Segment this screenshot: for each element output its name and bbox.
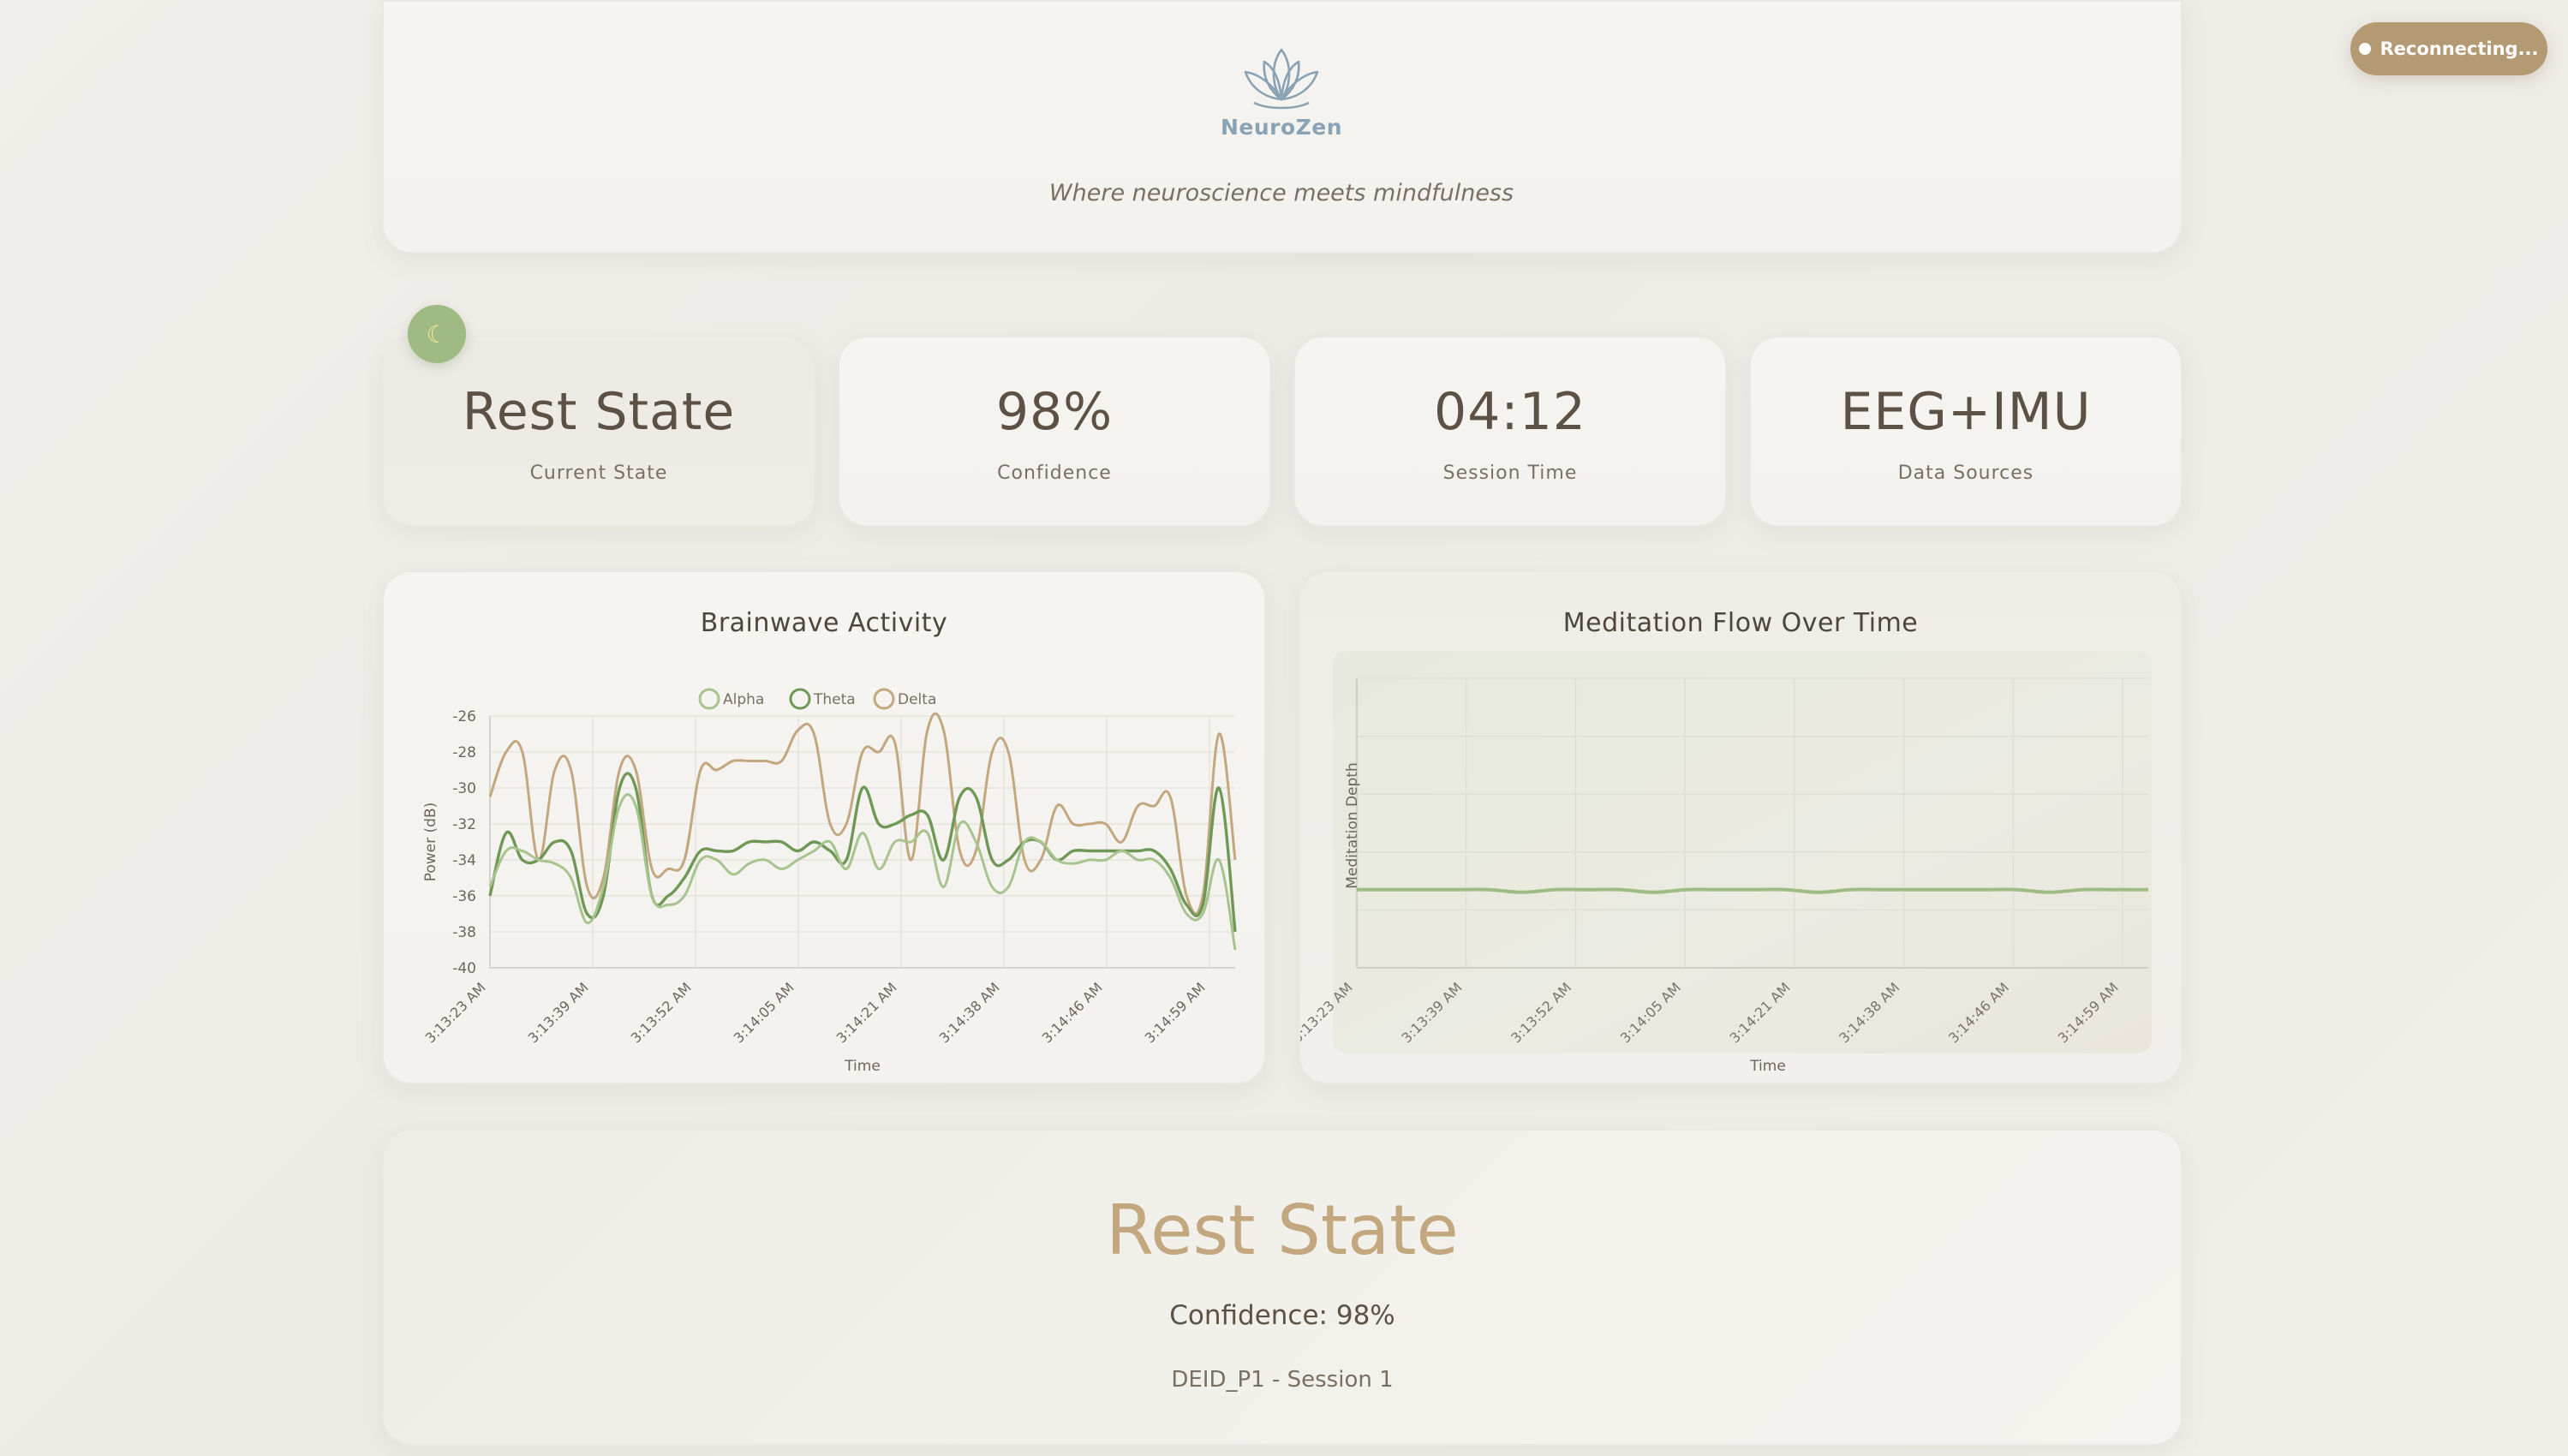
state-summary-card: Rest State Confidence: 98% DEID_P1 - Ses… bbox=[382, 1129, 2183, 1446]
x-tick-label: 3:14:38 AM bbox=[936, 979, 1003, 1046]
stat-card-current-state: Rest State Current State bbox=[382, 336, 815, 527]
meditation-flow-chart-card: Meditation Flow Over Time 3:13:23 AM 3:13… bbox=[1299, 570, 2183, 1084]
series-line-delta bbox=[488, 712, 1237, 916]
moon-icon: ☾ bbox=[408, 305, 466, 363]
y-axis-title: Power (dB) bbox=[422, 803, 439, 882]
current-state-label: Current State bbox=[529, 462, 668, 484]
lotus-icon bbox=[1244, 48, 1319, 110]
x-tick-label: 3:13:39 AM bbox=[525, 979, 592, 1046]
x-axis-title: Time bbox=[844, 1058, 881, 1075]
session-label: DEID_P1 - Session 1 bbox=[1171, 1367, 1394, 1393]
brand-name: NeuroZen bbox=[1220, 115, 1343, 140]
y-axis-title: Meditation Depth bbox=[1344, 762, 1361, 888]
legend-label-delta: Delta bbox=[898, 691, 936, 708]
legend-swatch-alpha bbox=[698, 688, 720, 710]
stat-card-session-time: 04:12 Session Time bbox=[1293, 336, 1727, 527]
connection-status-label: Reconnecting... bbox=[2380, 39, 2539, 59]
stat-card-confidence: 98% Confidence bbox=[838, 336, 1271, 527]
data-sources-label: Data Sources bbox=[1897, 462, 2034, 484]
x-tick-label: 3:14:05 AM bbox=[731, 979, 797, 1046]
legend-label-alpha: Alpha bbox=[723, 691, 764, 708]
stat-card-data-sources: EEG+IMU Data Sources bbox=[1749, 336, 2183, 527]
summary-state: Rest State bbox=[1106, 1190, 1459, 1270]
tagline: Where neuroscience meets mindfulness bbox=[1048, 180, 1514, 206]
x-tick-label: 3:14:46 AM bbox=[1039, 979, 1106, 1046]
data-sources-value: EEG+IMU bbox=[1840, 382, 2092, 442]
legend-label-theta: Theta bbox=[813, 691, 856, 708]
meditation-flow-chart[interactable]: 3:13:23 AM 3:13:39 AM 3:13:52 AM 3:14:05 AM… bbox=[1300, 572, 2184, 1086]
y-tick-label: -40 bbox=[452, 960, 476, 977]
y-tick-label: -38 bbox=[452, 924, 476, 941]
series-line-alpha bbox=[488, 793, 1237, 951]
y-tick-label: -26 bbox=[452, 708, 476, 725]
legend-swatch-delta bbox=[873, 688, 895, 710]
brainwave-chart[interactable]: Alpha Theta Delta -26 -28 -30 -32 -34 -36 -38 -40 3… bbox=[384, 572, 1268, 1086]
y-tick-label: -36 bbox=[452, 888, 476, 905]
x-axis-title: Time bbox=[1749, 1058, 1786, 1075]
x-tick-label: 3:13:52 AM bbox=[628, 979, 695, 1046]
x-tick-label: 3:14:59 AM bbox=[1142, 979, 1209, 1046]
x-tick-label: 3:13:23 AM bbox=[422, 979, 489, 1046]
connection-status-badge[interactable]: Reconnecting... bbox=[2350, 22, 2547, 75]
confidence-value: 98% bbox=[995, 382, 1114, 442]
y-tick-label: -34 bbox=[452, 852, 476, 869]
session-time-label: Session Time bbox=[1442, 462, 1578, 484]
summary-confidence: Confidence: 98% bbox=[1169, 1300, 1395, 1331]
brainwave-chart-card: Brainwave Activity Alpha Theta Delta -26 -28… bbox=[382, 570, 1266, 1084]
status-dot-icon bbox=[2359, 43, 2372, 55]
y-tick-label: -30 bbox=[452, 780, 476, 797]
y-tick-label: -32 bbox=[452, 816, 476, 833]
y-tick-label: -28 bbox=[452, 744, 476, 761]
x-tick-label: 3:14:21 AM bbox=[833, 979, 900, 1046]
current-state-value: Rest State bbox=[462, 382, 736, 442]
legend-swatch-theta bbox=[789, 688, 811, 710]
confidence-label: Confidence bbox=[997, 462, 1112, 484]
session-time-value: 04:12 bbox=[1434, 382, 1586, 442]
series-line-theta bbox=[488, 772, 1237, 933]
